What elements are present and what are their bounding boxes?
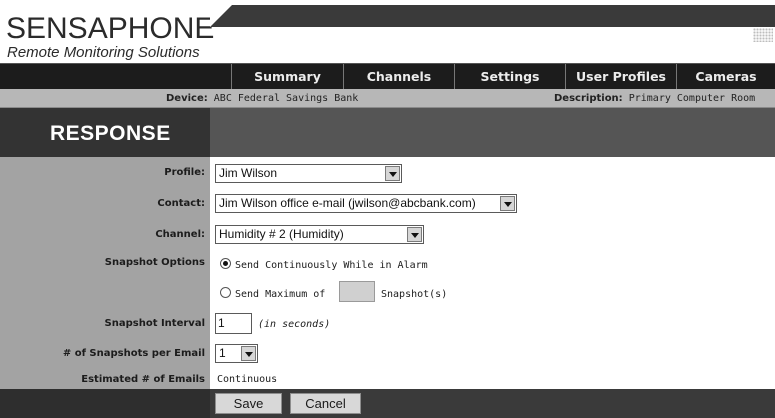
header-bar-notch (210, 5, 232, 27)
description-info: Description: Primary Computer Room (554, 89, 755, 108)
contact-select[interactable]: Jim Wilson office e-mail (jwilson@abcban… (215, 194, 517, 213)
contact-select-value: Jim Wilson office e-mail (jwilson@abcban… (219, 196, 476, 210)
app-header: SENSAPHONE® Remote Monitoring Solutions (0, 0, 775, 63)
nav-tab-channels[interactable]: Channels (343, 64, 454, 89)
radio-send-maximum[interactable] (220, 287, 231, 298)
brand-name: SENSAPHONE (6, 12, 215, 45)
chevron-down-icon (407, 227, 422, 242)
snapshot-interval-input[interactable]: 1 (215, 313, 252, 334)
logo: SENSAPHONE® Remote Monitoring Solutions (6, 4, 223, 61)
profile-select[interactable]: Jim Wilson (215, 164, 402, 183)
chevron-down-icon (241, 346, 256, 361)
section-header-fill (210, 108, 775, 157)
nav-tab-settings[interactable]: Settings (454, 64, 565, 89)
channel-select-value: Humidity # 2 (Humidity) (219, 227, 344, 241)
section-header: RESPONSE (0, 108, 210, 157)
radio-send-continuously[interactable] (220, 258, 231, 269)
snapshots-per-email-value: 1 (219, 346, 226, 360)
radio-send-continuously-label: Send Continuously While in Alarm (235, 260, 428, 271)
nav-tab-user-profiles[interactable]: User Profiles (565, 64, 676, 89)
footer-left (0, 389, 210, 418)
max-snapshots-input[interactable] (339, 281, 375, 302)
device-name: ABC Federal Savings Bank (213, 93, 359, 104)
corner-dot-pattern (753, 28, 773, 42)
save-button[interactable]: Save (215, 393, 282, 414)
interval-hint: (in seconds) (258, 319, 331, 330)
snapshots-per-email-select[interactable]: 1 (215, 344, 258, 363)
estimated-emails-value: Continuous (217, 374, 278, 385)
chevron-down-icon (500, 196, 515, 211)
cancel-button[interactable]: Cancel (290, 393, 361, 414)
snapshots-per-email-label: # of Snapshots per Email (62, 348, 205, 359)
main-nav: Summary Channels Settings User Profiles … (0, 63, 775, 89)
page-title: RESPONSE (50, 122, 171, 145)
contact-label: Contact: (157, 198, 205, 209)
profile-select-value: Jim Wilson (219, 166, 278, 180)
device-label: Device: (166, 93, 208, 104)
description-label: Description: (554, 93, 623, 104)
snapshot-interval-label: Snapshot Interval (104, 318, 205, 329)
nav-tab-summary[interactable]: Summary (231, 64, 343, 89)
estimated-emails-label: Estimated # of Emails (81, 374, 205, 385)
nav-tab-cameras[interactable]: Cameras (676, 64, 775, 89)
profile-label: Profile: (164, 167, 205, 178)
chevron-down-icon (385, 166, 400, 181)
header-bar (210, 5, 775, 27)
snapshot-options-label: Snapshot Options (104, 257, 205, 268)
device-info: Device: ABC Federal Savings Bank (166, 89, 358, 108)
snapshots-suffix-label: Snapshot(s) (381, 289, 448, 300)
description-value: Primary Computer Room (628, 93, 756, 104)
radio-send-maximum-label: Send Maximum of (235, 289, 326, 300)
brand-tagline: Remote Monitoring Solutions (7, 44, 200, 61)
form-field-column (210, 157, 775, 389)
channel-select[interactable]: Humidity # 2 (Humidity) (215, 225, 424, 244)
device-info-bar: Device: ABC Federal Savings Bank Descrip… (0, 89, 775, 108)
channel-label: Channel: (155, 229, 205, 240)
